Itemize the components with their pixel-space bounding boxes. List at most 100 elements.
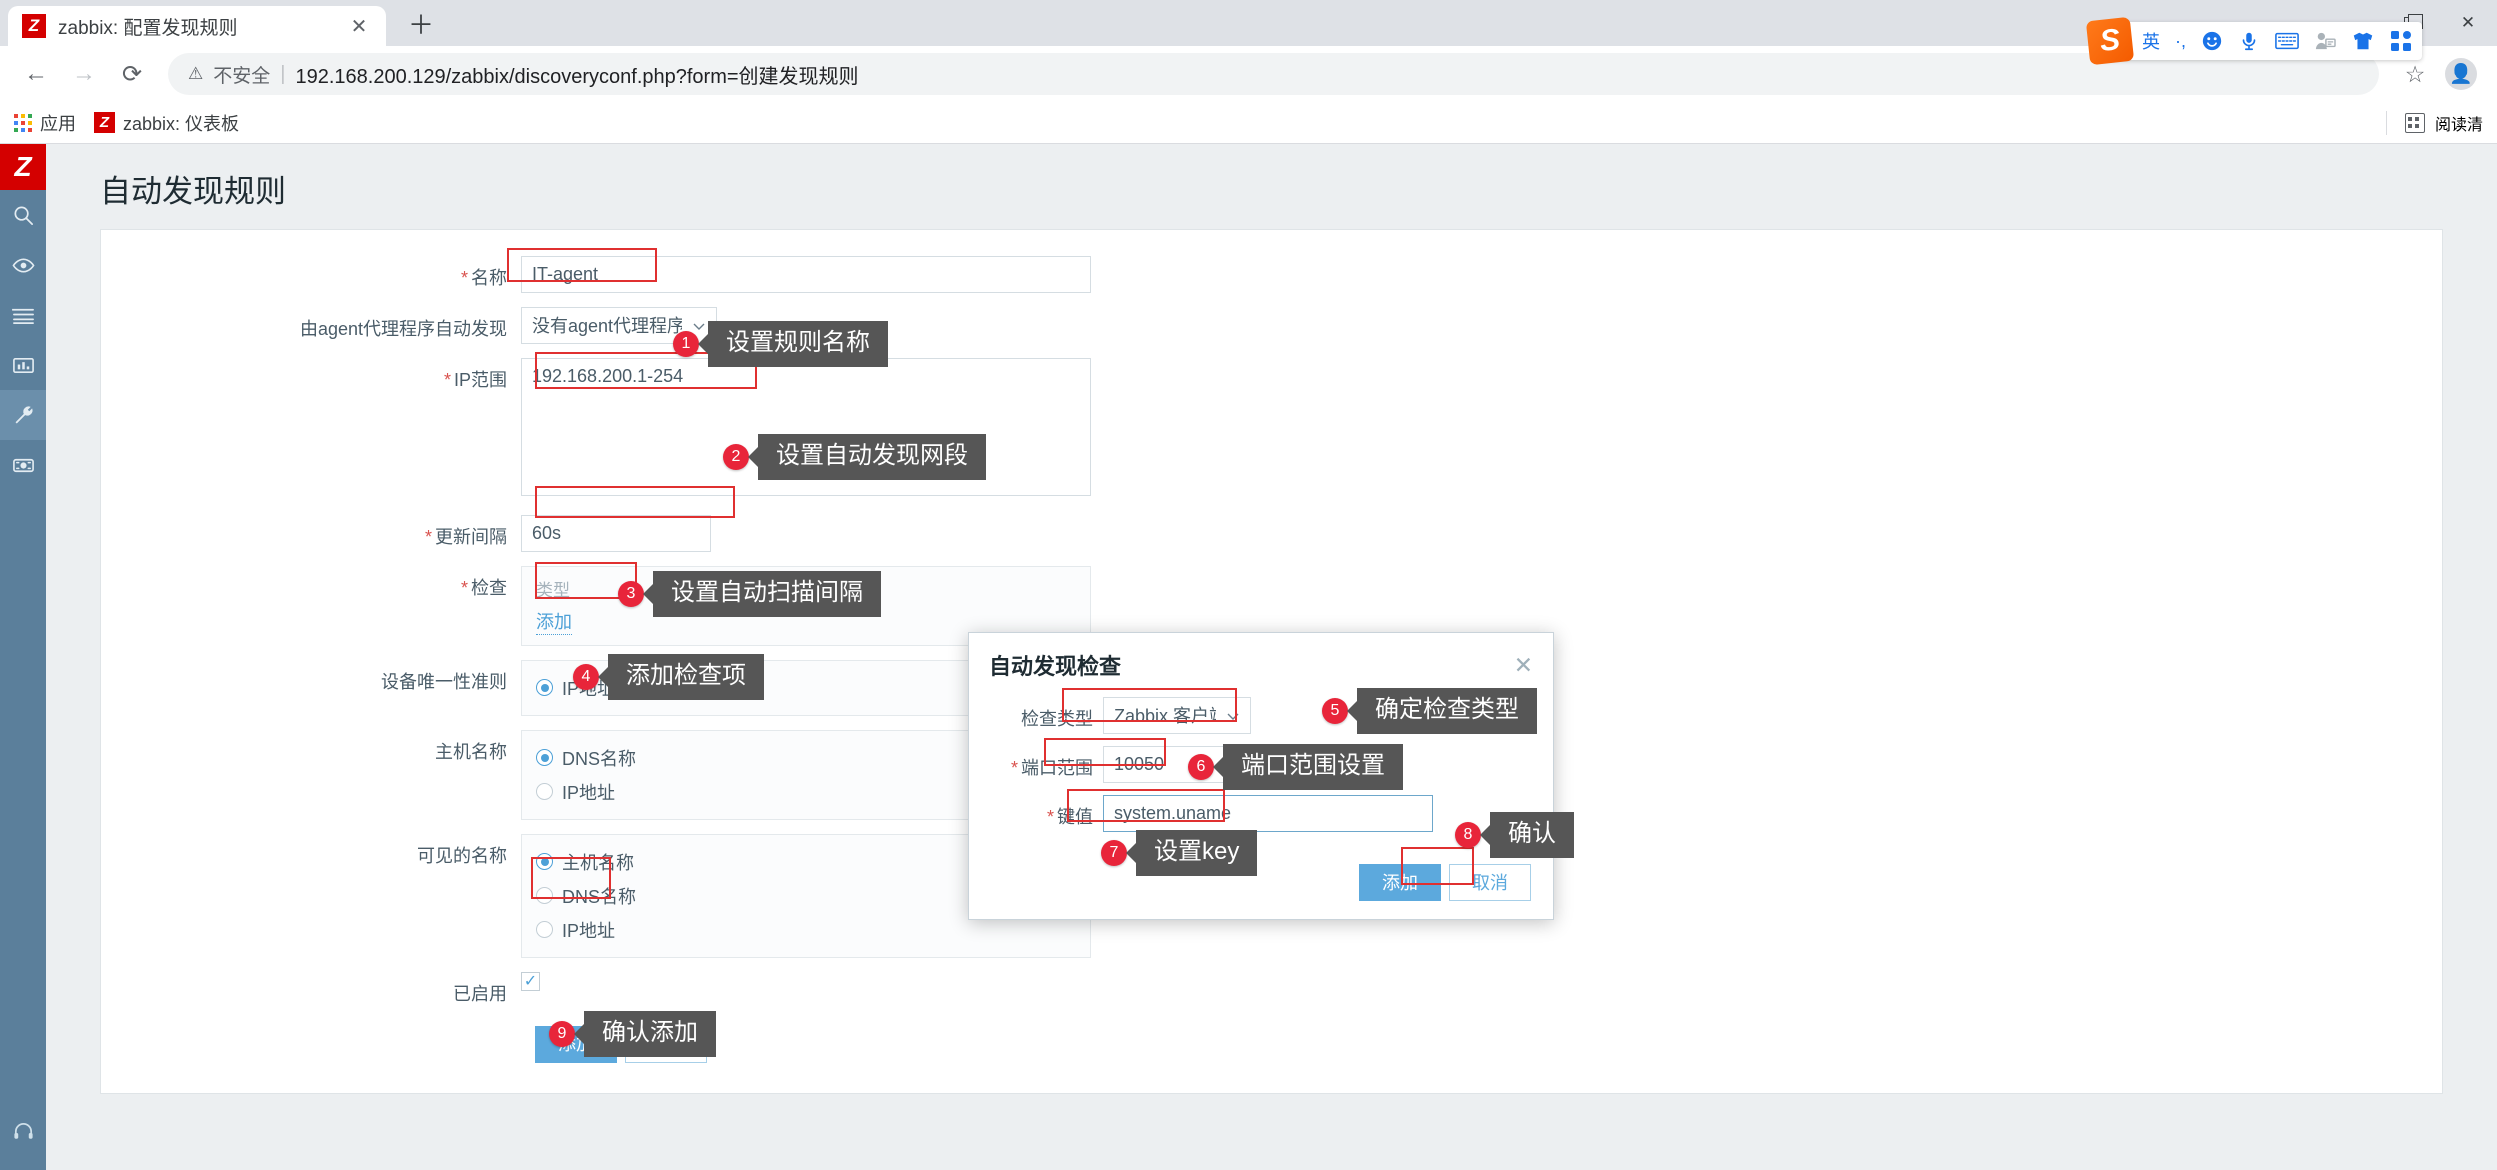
headset-icon [13, 1122, 33, 1139]
check-type-control: Zabbix 客户端 [1103, 697, 1251, 734]
forward-button[interactable]: → [62, 52, 106, 96]
name-input[interactable] [521, 256, 1091, 293]
proxy-control: 没有agent代理程序 [521, 307, 2442, 344]
checks-col-type: 类型 [536, 581, 570, 600]
name-label: * 名称 [460, 268, 507, 288]
url-text: 192.168.200.129/zabbix/discoveryconf.php… [295, 65, 859, 88]
ime-toolbox-icon[interactable] [2390, 30, 2412, 52]
not-secure-label: 不安全 [213, 65, 271, 87]
bookmark-zabbix-dashboard[interactable]: Z zabbix: 仪表板 [94, 110, 239, 136]
zabbix-sidebar: Z [0, 144, 46, 1170]
modal-header: 自动发现检查 ✕ [969, 633, 1553, 691]
port-range-label: * 端口范围 [1010, 758, 1093, 778]
discovery-check-modal: 自动发现检查 ✕ 检查类型 Zabbix 客户端 * 端口范围 10050 * … [968, 632, 1554, 920]
modal-body: 检查类型 Zabbix 客户端 *端口范围 *键值 [969, 691, 1553, 860]
sidebar-item-reports[interactable] [0, 290, 46, 340]
zabbix-logo[interactable]: Z [0, 144, 46, 190]
apps-shortcut[interactable]: 应用 [14, 110, 76, 136]
sogou-logo-icon: S [2085, 16, 2135, 66]
modal-footer: 添加 取消 [969, 860, 1553, 919]
address-bar[interactable]: ⚠ 不安全 | 192.168.200.129/zabbix/discovery… [168, 53, 2379, 95]
omnibox-separator: | [280, 62, 286, 85]
sidebar-item-analytics[interactable] [0, 340, 46, 390]
modal-cancel-button[interactable]: 取消 [1449, 864, 1531, 901]
not-secure-warning-icon: ⚠ [188, 64, 204, 83]
browser-window: Z zabbix: 配置发现规则 ✕ ＋ ✕ ← → ⟳ ⚠ 不安全 | 192… [0, 0, 2497, 1170]
checks-col-action: 动作 [836, 581, 870, 600]
modal-row-key: * 键值 [991, 795, 1531, 832]
ime-punctuation-icon[interactable]: ·, [2175, 31, 2186, 52]
radio-icon [536, 783, 553, 800]
required-marker: * [460, 578, 468, 598]
delay-label: * 更新间隔 [424, 527, 507, 547]
name-control [521, 256, 2442, 293]
required-marker: * [460, 268, 468, 288]
ime-skin-icon[interactable] [2351, 30, 2375, 52]
modal-add-button[interactable]: 添加 [1359, 864, 1441, 901]
close-window-button[interactable]: ✕ [2439, 0, 2497, 46]
key-label: * 键值 [1046, 807, 1093, 827]
reading-list-button[interactable]: 阅读清 [2385, 110, 2483, 135]
profile-avatar[interactable]: 👤 [2439, 52, 2483, 96]
hostname-label: 主机名称 [435, 741, 507, 762]
form-action-buttons: 添加 取消 [535, 1025, 2442, 1063]
sidebar-item-administration[interactable] [0, 440, 46, 490]
submit-add-button[interactable]: 添加 [535, 1025, 617, 1063]
iprange-textarea[interactable]: 192.168.200.1-254 [521, 358, 1091, 496]
required-marker: * [1010, 758, 1018, 778]
apps-label: 应用 [40, 113, 76, 134]
radio-icon [536, 679, 553, 696]
modal-close-icon[interactable]: ✕ [1514, 653, 1533, 677]
form-row-enabled: 已启用 ✓ [101, 971, 2442, 1006]
required-marker: * [1046, 807, 1054, 827]
port-range-control [1103, 746, 1255, 783]
tab-title: zabbix: 配置发现规则 [58, 17, 238, 39]
radio-icon [536, 887, 553, 904]
reload-button[interactable]: ⟳ [110, 52, 154, 96]
ime-toolbar[interactable]: S 英 ·, [2085, 16, 2422, 66]
sidebar-item-monitoring[interactable] [0, 190, 46, 240]
page-title: 自动发现规则 [100, 174, 286, 209]
form-row-name: * 名称 [101, 256, 2442, 293]
option-label: 主机名称 [562, 852, 634, 873]
option-label: IP地址 [562, 782, 616, 803]
sidebar-item-inventory[interactable] [0, 240, 46, 290]
enabled-checkbox[interactable]: ✓ [521, 971, 540, 991]
cog-icon [12, 458, 34, 472]
key-input[interactable] [1103, 795, 1433, 832]
apps-grid-icon [14, 113, 32, 132]
key-control [1103, 795, 1433, 832]
chart-icon [12, 357, 34, 373]
bookmark-label: zabbix: 仪表板 [123, 113, 240, 134]
close-tab-icon[interactable]: ✕ [346, 14, 372, 39]
option-label: DNS名称 [562, 886, 637, 907]
proxy-select[interactable]: 没有agent代理程序 [521, 307, 717, 344]
form-row-delay: * 更新间隔 [101, 515, 2442, 552]
enabled-label: 已启用 [453, 983, 507, 1004]
modal-title: 自动发现检查 [989, 654, 1122, 679]
ime-keyboard-icon[interactable] [2275, 31, 2299, 51]
modal-row-check-type: 检查类型 Zabbix 客户端 [991, 697, 1531, 734]
ime-microphone-icon[interactable] [2238, 30, 2260, 52]
sidebar-item-support[interactable] [0, 1106, 46, 1156]
new-tab-button[interactable]: ＋ [400, 2, 442, 44]
list-icon [11, 308, 34, 324]
zabbix-favicon-icon: Z [94, 112, 115, 133]
ime-account-icon[interactable] [2314, 31, 2336, 51]
delay-input[interactable] [521, 515, 711, 552]
delay-control [521, 515, 2442, 552]
sidebar-item-configuration[interactable] [0, 390, 46, 440]
ime-language-icon[interactable]: 英 [2142, 28, 2160, 54]
modal-row-port-range: * 端口范围 [991, 746, 1531, 783]
browser-tab[interactable]: Z zabbix: 配置发现规则 ✕ [8, 6, 386, 46]
back-button[interactable]: ← [14, 52, 58, 96]
port-range-input[interactable] [1103, 746, 1255, 783]
form-cancel-button[interactable]: 取消 [625, 1025, 707, 1063]
add-check-link[interactable]: 添加 [536, 611, 572, 635]
tab-favicon-icon: Z [22, 14, 46, 38]
ime-emoji-icon[interactable] [2201, 30, 2223, 52]
required-marker: * [443, 370, 451, 390]
check-type-select[interactable]: Zabbix 客户端 [1103, 697, 1251, 734]
form-row-proxy: 由agent代理程序自动发现 没有agent代理程序 [101, 307, 2442, 344]
avatar-glyph: 👤 [2445, 58, 2477, 90]
